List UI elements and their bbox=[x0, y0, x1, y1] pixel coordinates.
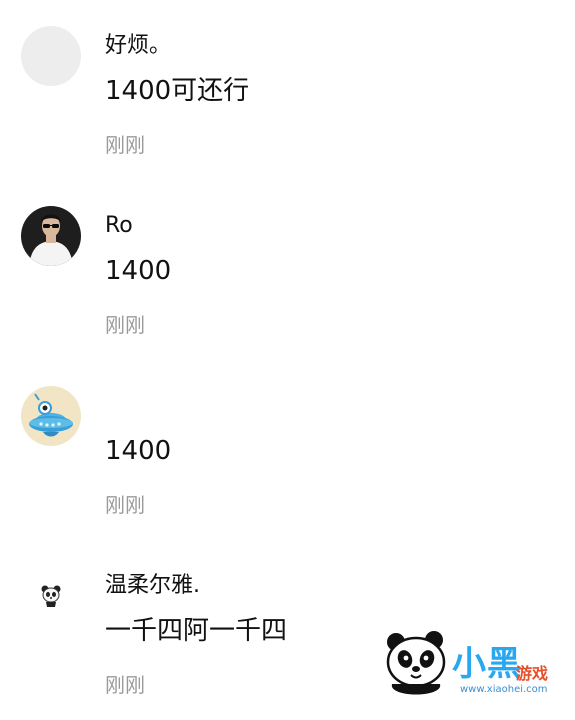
watermark-logo-text: 小黑 bbox=[452, 644, 522, 684]
panda-mascot-icon bbox=[386, 631, 446, 695]
comment-item: Ro 1400 刚刚 bbox=[0, 180, 575, 360]
comment-content: 1400可还行 bbox=[105, 76, 250, 106]
comment-item: 好烦。 1400可还行 刚刚 bbox=[0, 0, 575, 180]
comment-content: 1400 bbox=[105, 256, 172, 286]
comment-content: 1400 bbox=[105, 436, 172, 466]
comment-time: 刚刚 bbox=[105, 133, 145, 157]
comment-time: 刚刚 bbox=[105, 673, 145, 697]
person-sunglasses-avatar[interactable] bbox=[21, 206, 81, 266]
watermark-url: www.xiaohei.com bbox=[460, 684, 548, 695]
watermark-sub-text: 游戏 bbox=[516, 664, 549, 683]
blank-avatar[interactable] bbox=[21, 26, 81, 86]
comment-username[interactable]: 温柔尔雅. bbox=[105, 573, 200, 599]
comment-time: 刚刚 bbox=[105, 493, 145, 517]
comment-username[interactable]: Ro bbox=[105, 213, 133, 239]
cartoon-alien-ufo-avatar[interactable] bbox=[21, 386, 81, 446]
comment-time: 刚刚 bbox=[105, 313, 145, 337]
comment-content: 一千四阿一千四 bbox=[105, 616, 288, 646]
comment-item: 1400 刚刚 bbox=[0, 360, 575, 540]
cartoon-panda-avatar[interactable] bbox=[40, 584, 62, 608]
comment-username[interactable]: 好烦。 bbox=[105, 33, 171, 59]
